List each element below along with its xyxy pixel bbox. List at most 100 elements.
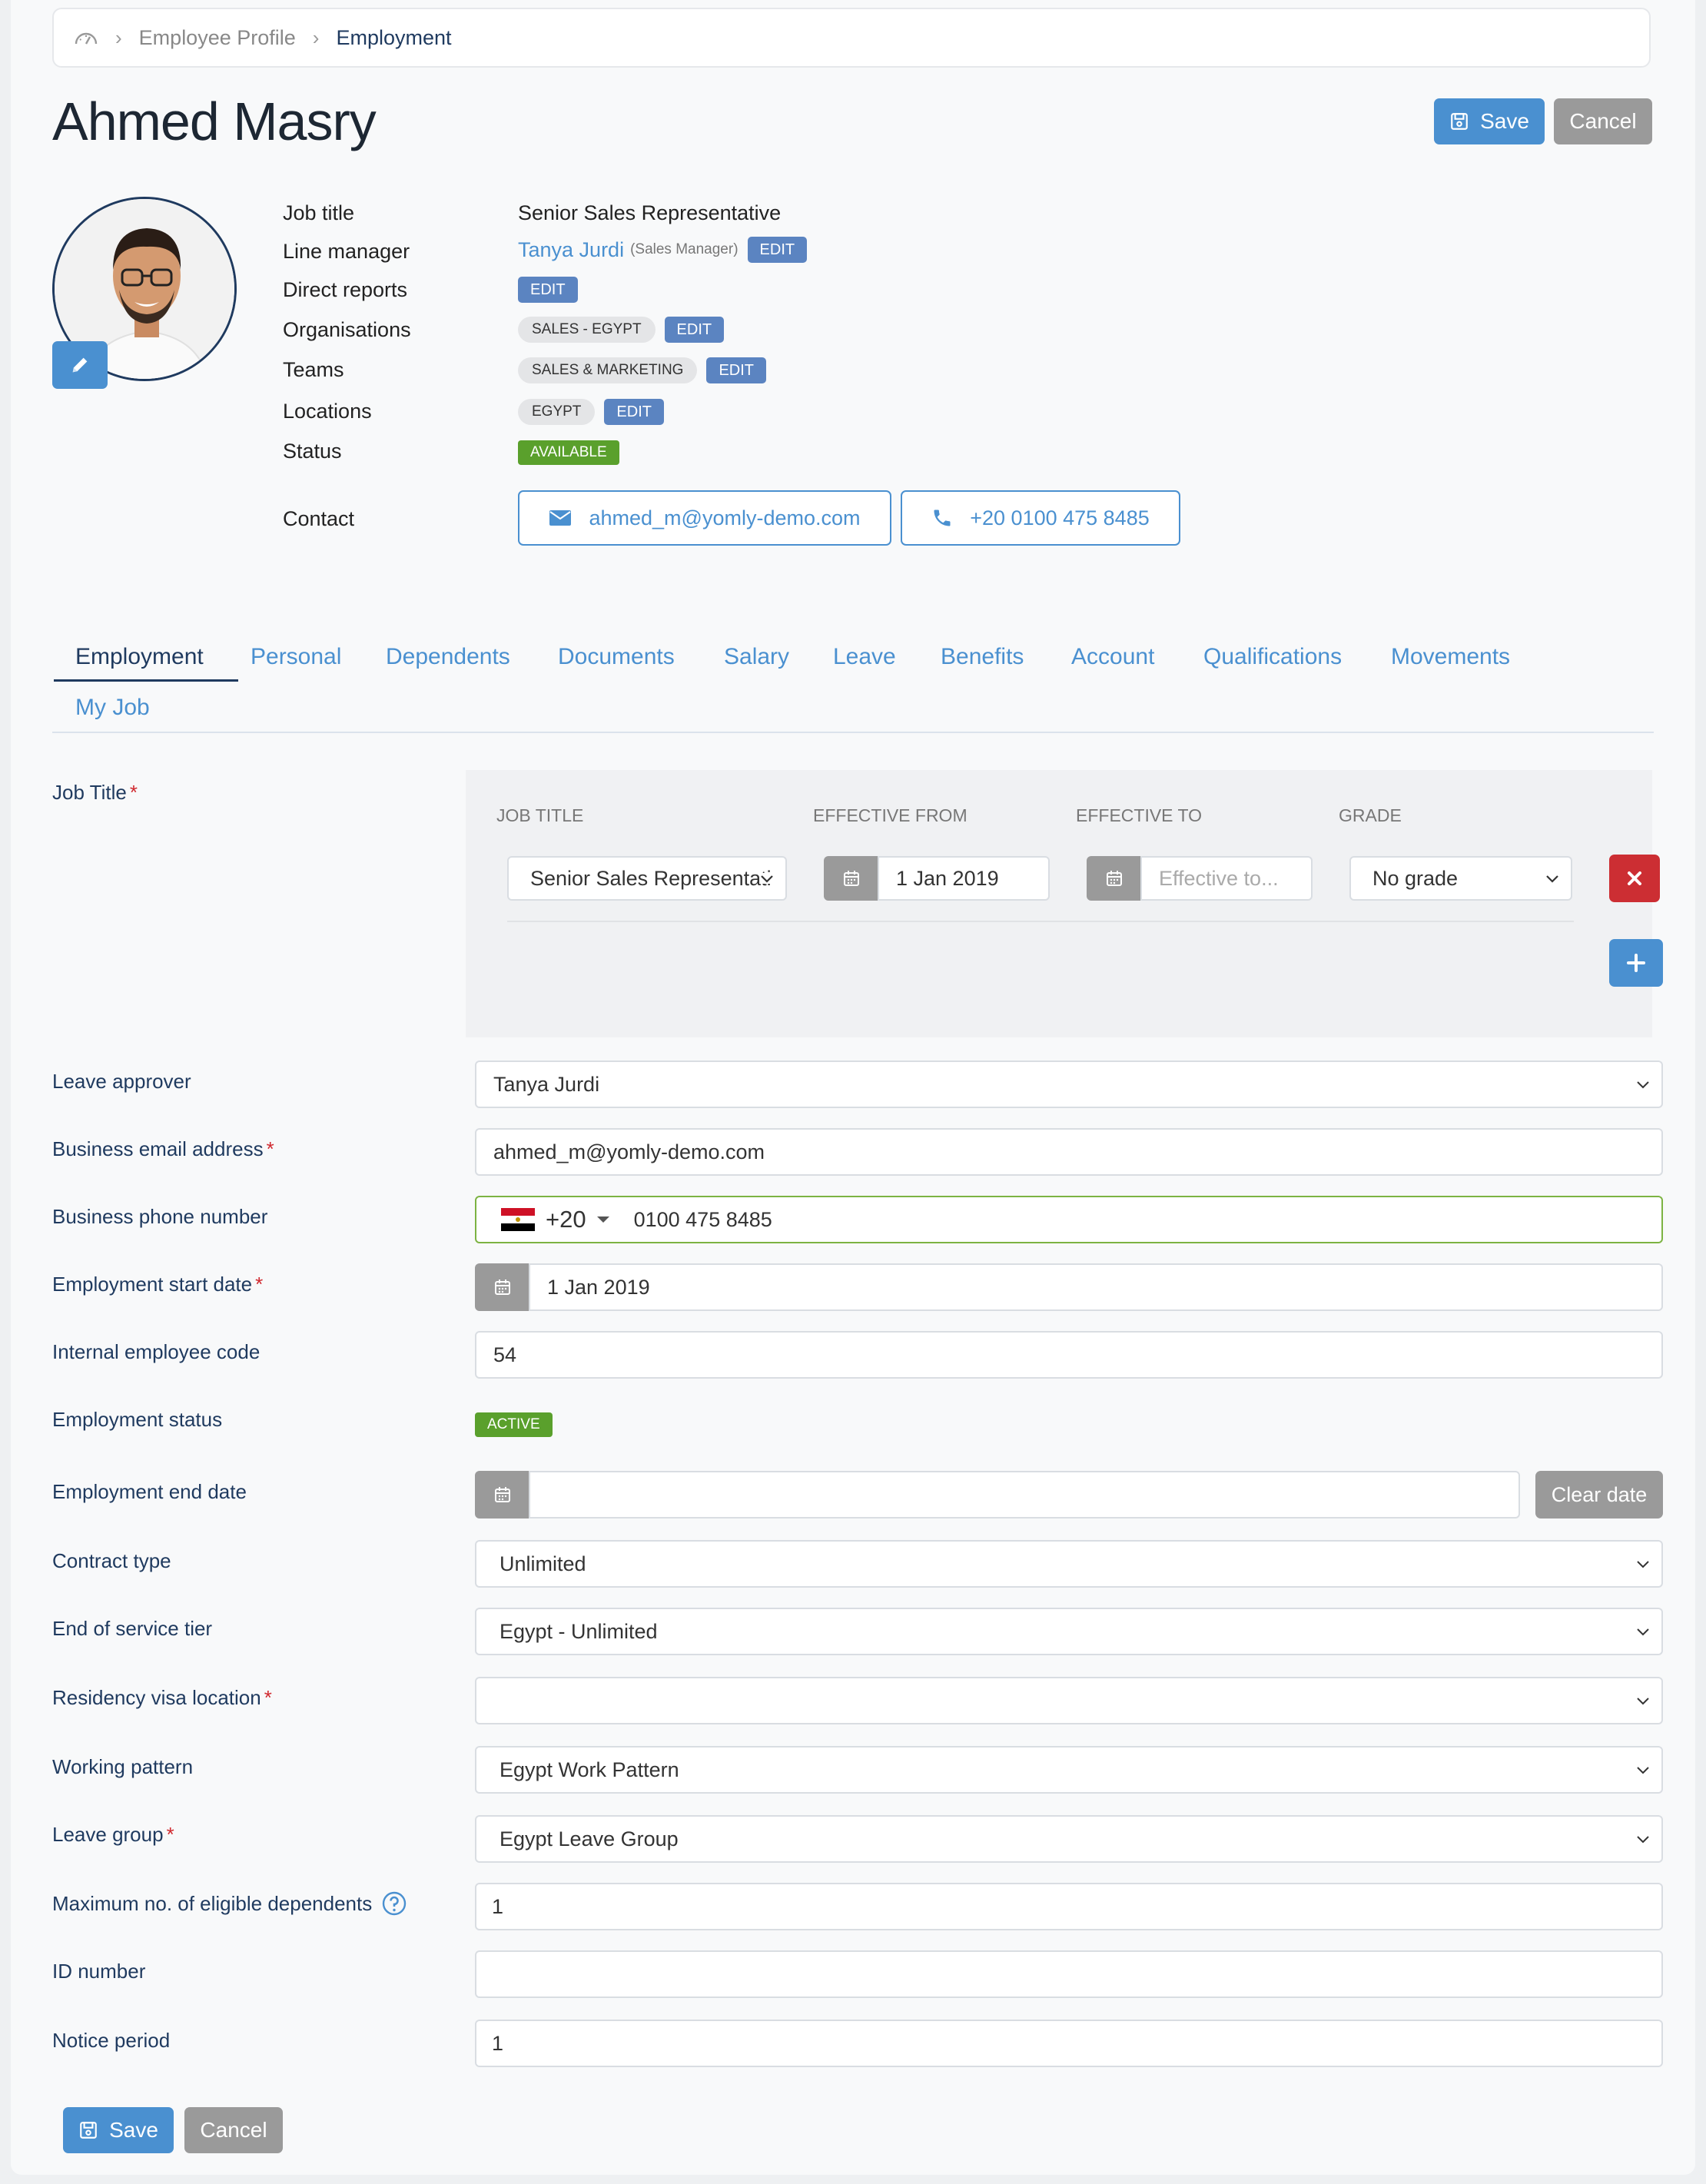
start-date-input[interactable]: 1 Jan 2019 bbox=[529, 1263, 1663, 1311]
working-pattern-select[interactable]: Egypt Work Pattern bbox=[475, 1746, 1663, 1794]
employee-code-input[interactable]: 54 bbox=[475, 1331, 1663, 1379]
chevron-right-icon: › bbox=[115, 25, 122, 49]
grade-select-value: No grade bbox=[1372, 866, 1459, 890]
line-manager-value: Tanya Jurdi (Sales Manager) EDIT bbox=[518, 237, 808, 263]
chevron-down-icon bbox=[1637, 1836, 1649, 1844]
cancel-button[interactable]: Cancel bbox=[1554, 98, 1652, 144]
end-date-label: Employment end date bbox=[52, 1480, 247, 1503]
edit-direct-reports-button[interactable]: EDIT bbox=[518, 277, 578, 303]
footer-save-label: Save bbox=[109, 2118, 158, 2142]
plus-icon bbox=[1627, 954, 1645, 972]
id-number-input[interactable] bbox=[475, 1950, 1663, 1998]
email-contact-label: ahmed_m@yomly-demo.com bbox=[589, 506, 861, 529]
dashboard-icon[interactable] bbox=[74, 29, 98, 46]
phone-contact-label: +20 0100 475 8485 bbox=[970, 506, 1150, 529]
tab-leave[interactable]: Leave bbox=[833, 644, 896, 670]
contract-type-label: Contract type bbox=[52, 1549, 171, 1572]
chevron-down-icon bbox=[1546, 875, 1558, 883]
tab-salary[interactable]: Salary bbox=[724, 644, 789, 670]
footer-cancel-button[interactable]: Cancel bbox=[184, 2107, 283, 2153]
line-manager-link[interactable]: Tanya Jurdi bbox=[518, 238, 624, 262]
save-icon bbox=[1451, 113, 1468, 130]
required-mark: * bbox=[129, 781, 138, 804]
job-title-section-label-text: Job Title bbox=[52, 781, 127, 804]
locations-value: EGYPT EDIT bbox=[518, 399, 664, 425]
job-title-select-value: Senior Sales Representati bbox=[530, 866, 772, 890]
save-button[interactable]: Save bbox=[1434, 98, 1545, 144]
phone-contact-button[interactable]: +20 0100 475 8485 bbox=[901, 490, 1180, 546]
col-header-effective-from: EFFECTIVE FROM bbox=[813, 805, 968, 825]
contract-type-select[interactable]: Unlimited bbox=[475, 1540, 1663, 1588]
notice-period-input[interactable]: 1 bbox=[475, 2020, 1663, 2067]
business-email-label: Business email address * bbox=[52, 1137, 274, 1161]
leave-group-label-text: Leave group bbox=[52, 1823, 164, 1846]
calendar-icon bbox=[495, 1280, 510, 1295]
edit-locations-button[interactable]: EDIT bbox=[604, 399, 664, 425]
chevron-down-icon bbox=[759, 873, 775, 884]
required-mark: * bbox=[264, 1686, 272, 1709]
tab-documents[interactable]: Documents bbox=[558, 644, 675, 670]
max-dependents-input[interactable]: 1 bbox=[475, 1883, 1663, 1930]
add-job-title-button[interactable] bbox=[1609, 939, 1663, 987]
breadcrumb-employee-profile[interactable]: Employee Profile bbox=[139, 26, 296, 50]
effective-to-input[interactable]: Effective to... bbox=[1140, 856, 1313, 901]
egypt-flag-icon[interactable] bbox=[501, 1208, 535, 1231]
leave-approver-label: Leave approver bbox=[52, 1070, 191, 1093]
teams-value: SALES & MARKETING EDIT bbox=[518, 357, 767, 383]
chevron-down-icon bbox=[1637, 1698, 1649, 1705]
chevron-down-icon bbox=[1637, 1081, 1649, 1089]
tab-personal[interactable]: Personal bbox=[251, 644, 341, 670]
end-of-service-select[interactable]: Egypt - Unlimited bbox=[475, 1608, 1663, 1655]
residency-visa-select[interactable] bbox=[475, 1677, 1663, 1724]
start-date-calendar-button[interactable] bbox=[475, 1263, 530, 1311]
grade-select[interactable]: No grade bbox=[1349, 856, 1572, 901]
effective-from-calendar-button[interactable] bbox=[824, 856, 879, 901]
edit-organisations-button[interactable]: EDIT bbox=[664, 317, 725, 343]
breadcrumb-employment: Employment bbox=[336, 25, 452, 49]
edit-teams-button[interactable]: EDIT bbox=[706, 357, 767, 383]
tab-qualifications[interactable]: Qualifications bbox=[1203, 644, 1342, 670]
chevron-right-icon: › bbox=[312, 25, 320, 49]
col-header-job-title: JOB TITLE bbox=[496, 805, 584, 825]
footer-save-button[interactable]: Save bbox=[63, 2107, 174, 2153]
locations-label: Locations bbox=[283, 400, 372, 423]
tab-my-job[interactable]: My Job bbox=[75, 695, 150, 721]
teams-label: Teams bbox=[283, 358, 344, 381]
job-title-select[interactable]: Senior Sales Representati bbox=[507, 856, 787, 901]
business-phone-input[interactable]: +20 0100 475 8485 bbox=[475, 1196, 1663, 1243]
caret-down-icon[interactable] bbox=[596, 1215, 611, 1224]
employment-status-badge: ACTIVE bbox=[475, 1412, 553, 1437]
leave-approver-select[interactable]: Tanya Jurdi bbox=[475, 1060, 1663, 1108]
employment-status-label: Employment status bbox=[52, 1408, 223, 1431]
status-label: Status bbox=[283, 440, 342, 463]
leave-group-select[interactable]: Egypt Leave Group bbox=[475, 1815, 1663, 1863]
help-icon[interactable] bbox=[381, 1890, 407, 1917]
working-pattern-value: Egypt Work Pattern bbox=[500, 1757, 679, 1781]
tab-employment[interactable]: Employment bbox=[75, 644, 204, 670]
required-mark: * bbox=[266, 1137, 274, 1160]
notice-period-label: Notice period bbox=[52, 2029, 171, 2052]
effective-from-input[interactable]: 1 Jan 2019 bbox=[878, 856, 1050, 901]
job-title-value: Senior Sales Representative bbox=[518, 201, 782, 224]
residency-visa-label-text: Residency visa location bbox=[52, 1686, 261, 1709]
delete-job-title-button[interactable] bbox=[1609, 855, 1660, 902]
tab-benefits[interactable]: Benefits bbox=[941, 644, 1024, 670]
max-dependents-label: Maximum no. of eligible dependents bbox=[52, 1890, 407, 1917]
edit-line-manager-button[interactable]: EDIT bbox=[747, 237, 808, 263]
phone-icon bbox=[934, 509, 951, 526]
edit-avatar-button[interactable] bbox=[52, 341, 108, 389]
country-code[interactable]: +20 bbox=[546, 1206, 586, 1233]
effective-to-calendar-button[interactable] bbox=[1087, 856, 1142, 901]
tab-movements[interactable]: Movements bbox=[1391, 644, 1510, 670]
contract-type-value: Unlimited bbox=[500, 1552, 586, 1575]
breadcrumb: › Employee Profile › Employment bbox=[52, 8, 1651, 68]
end-date-calendar-button[interactable] bbox=[475, 1471, 530, 1519]
tabs-divider bbox=[52, 732, 1654, 733]
clear-date-button[interactable]: Clear date bbox=[1535, 1471, 1663, 1519]
business-email-input[interactable]: ahmed_m@yomly-demo.com bbox=[475, 1128, 1663, 1176]
end-date-input[interactable] bbox=[529, 1471, 1520, 1519]
tab-dependents[interactable]: Dependents bbox=[386, 644, 510, 670]
tab-account[interactable]: Account bbox=[1071, 644, 1154, 670]
business-email-label-text: Business email address bbox=[52, 1137, 264, 1160]
email-contact-button[interactable]: ahmed_m@yomly-demo.com bbox=[518, 490, 891, 546]
